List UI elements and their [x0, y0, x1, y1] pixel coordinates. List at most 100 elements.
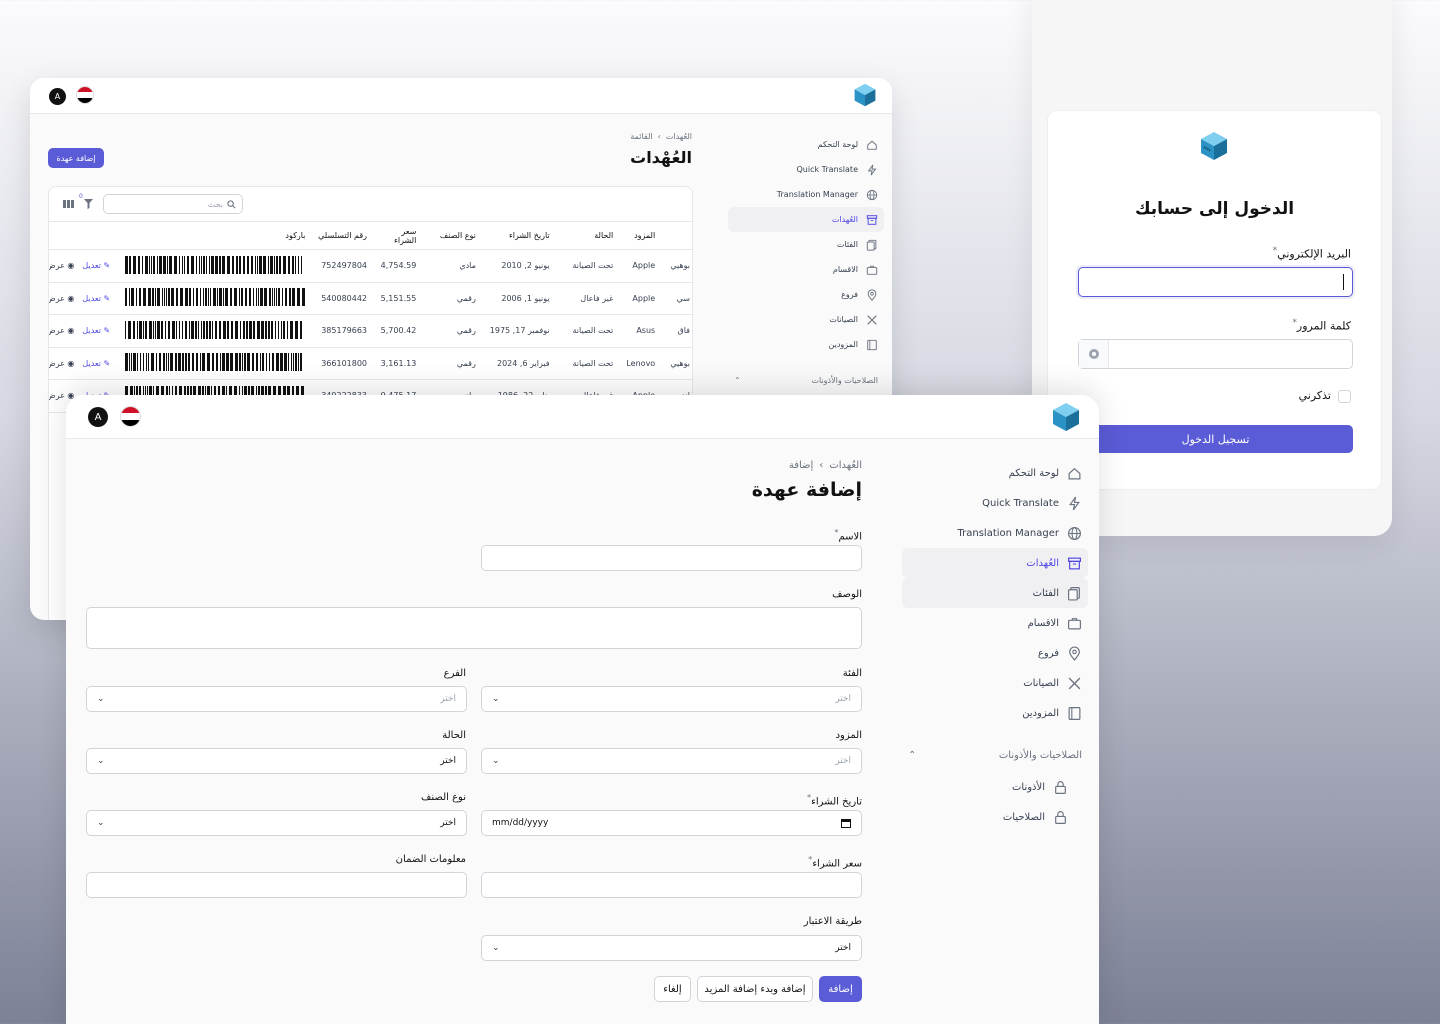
columns-icon[interactable] [63, 200, 74, 208]
add-and-continue-button[interactable]: إضافة وبدء إضافة المزيد [697, 976, 813, 1002]
purchase-date-input[interactable]: mm/dd/yyyy [481, 810, 862, 836]
view-link[interactable]: ◉ عرض [49, 261, 75, 271]
breadcrumb-root[interactable]: العُهدات [666, 132, 692, 141]
cell-serial: 385179663 [321, 326, 368, 336]
vendor-select[interactable]: اختر ⌄ [481, 748, 862, 774]
sidebar-item-1[interactable]: الأذونات [902, 772, 1088, 802]
table-row[interactable]: بوهيي Apple تحت الصيانة يونيو 2, 2010 مادي 4,… [49, 250, 692, 282]
sidebar-item-2[interactable]: الصلاحيات [902, 802, 1088, 832]
sidebar-item-7[interactable]: فروع [728, 282, 884, 307]
edit-link[interactable]: ✎ تعديل [82, 326, 110, 335]
item-type-select[interactable]: اختر ⌄ [86, 810, 467, 836]
column-header[interactable]: المزود [619, 222, 661, 250]
avatar[interactable]: A [49, 88, 66, 105]
login-submit-button[interactable]: تسجيل الدخول [1078, 425, 1353, 453]
sidebar-item-9[interactable]: المزودين [728, 332, 884, 357]
sidebar-item-7[interactable]: فروع [902, 638, 1088, 668]
cancel-button[interactable]: إلغاء [654, 976, 691, 1002]
add-asset-button[interactable]: إضافة عهدة [48, 148, 104, 168]
map-pin-icon [867, 288, 877, 301]
table-row[interactable]: بوهيي Lenovo تحت الصيانة فبراير 6, 2024 رقمي… [49, 347, 692, 380]
row-actions: ✎ تعديل ◉ عرض [49, 282, 114, 315]
sidebar-item-2[interactable]: Quick Translate [902, 488, 1088, 518]
pencil-icon: ✎ [103, 261, 111, 271]
description-textarea[interactable] [86, 607, 862, 649]
edit-link[interactable]: ✎ تعديل [82, 359, 110, 368]
column-header[interactable]: باركود [114, 222, 311, 250]
table-row[interactable]: فاق Asus تحت الصيانة نوفمبر 17, 1975 رقمي 5,7… [49, 315, 692, 347]
barcode-image [125, 320, 303, 339]
sidebar-item-label: فروع [1037, 647, 1059, 659]
eye-icon: ◉ [67, 326, 75, 336]
cell-status: تحت الصيانة [572, 358, 614, 368]
remember-checkbox[interactable] [1338, 390, 1351, 403]
chevron-down-icon: ⌄ [97, 818, 105, 828]
column-header[interactable]: تاريخ الشراء [482, 222, 556, 250]
chevron-up-icon: ⌃ [734, 376, 741, 385]
filter-icon[interactable] [84, 199, 93, 209]
archive-icon [866, 214, 878, 225]
status-select[interactable]: اختر ⌄ [86, 748, 467, 774]
cell-vendor: Asus [636, 326, 656, 336]
calendar-icon[interactable] [841, 818, 851, 828]
column-header[interactable]: سعر الشراء [373, 222, 422, 250]
sidebar-item-2[interactable]: Quick Translate [728, 157, 884, 182]
column-header[interactable]: نوع الصنف [422, 222, 482, 250]
view-link[interactable]: ◉ عرض [49, 326, 75, 336]
edit-link[interactable]: ✎ تعديل [82, 294, 110, 303]
pencil-icon: ✎ [103, 326, 111, 336]
cell-status: تحت الصيانة [572, 261, 614, 271]
sidebar-item-4[interactable]: العُهدات [902, 548, 1088, 578]
sidebar-group-permissions[interactable]: الصلاحيات والأذونات ⌃ [902, 750, 1088, 761]
depreciation-select[interactable]: اختر ⌄ [481, 935, 862, 961]
sidebar-item-4[interactable]: العُهدات [728, 207, 884, 232]
warranty-input[interactable] [86, 872, 467, 898]
pencil-icon: ✎ [103, 293, 111, 303]
item-type-label: نوع الصنف [421, 792, 466, 803]
sidebar-item-6[interactable]: الاقسام [728, 257, 884, 282]
eye-icon: ◉ [67, 261, 75, 271]
view-link[interactable]: ◉ عرض [49, 359, 74, 368]
sidebar-group-permissions[interactable]: الصلاحيات والأذونات ⌃ [728, 376, 884, 385]
name-input[interactable] [481, 545, 862, 571]
book-icon [1068, 706, 1081, 720]
purchase-price-input[interactable] [481, 872, 862, 898]
password-label: كلمة المرور* [1292, 317, 1351, 333]
avatar[interactable]: A [88, 407, 108, 427]
copy-icon [1068, 586, 1080, 601]
cell-price: 5,700.42 [380, 326, 417, 336]
sidebar-item-1[interactable]: لوحة التحكم [728, 132, 884, 157]
tools-icon [1068, 677, 1081, 689]
sidebar-item-3[interactable]: Translation Manager [728, 182, 884, 207]
breadcrumb-root[interactable]: العُهدات [829, 460, 862, 471]
branch-label: الفرع [443, 668, 466, 679]
name-label: الاسم* [834, 527, 862, 543]
sidebar-item-9[interactable]: المزودين [902, 698, 1088, 728]
email-field[interactable] [1078, 267, 1353, 297]
chevron-up-icon: ⌃ [908, 750, 917, 761]
sidebar-item-3[interactable]: Translation Manager [902, 518, 1088, 548]
branch-select[interactable]: اختر ⌄ [86, 686, 467, 712]
table-row[interactable]: سي Apple غير فاعال يونيو 1, 2006 رقمي 5,151.5… [49, 282, 692, 315]
category-select[interactable]: اختر ⌄ [481, 686, 862, 712]
language-flag-icon[interactable] [76, 86, 94, 104]
language-flag-icon[interactable] [120, 406, 141, 427]
top-bar: A [30, 78, 892, 114]
search-input[interactable]: بحث [103, 194, 243, 214]
password-field[interactable] [1078, 339, 1353, 369]
sidebar-item-5[interactable]: الفئات [902, 578, 1088, 608]
view-link[interactable]: ◉ عرض [49, 294, 74, 303]
sidebar-item-1[interactable]: لوحة التحكم [902, 458, 1088, 488]
add-button[interactable]: إضافة [819, 976, 862, 1002]
edit-link[interactable]: ✎ تعديل [82, 261, 110, 270]
show-password-button[interactable] [1079, 340, 1109, 368]
sidebar-item-8[interactable]: الصيانات [728, 307, 884, 332]
sidebar-item-label: فروع [841, 290, 858, 299]
sidebar-item-8[interactable]: الصيانات [902, 668, 1088, 698]
sidebar-item-5[interactable]: الفئات [728, 232, 884, 257]
column-header[interactable]: رقم التسلسلي [311, 222, 373, 250]
sidebar-item-6[interactable]: الاقسام [902, 608, 1088, 638]
globe-icon [866, 189, 878, 200]
sidebar-item-label: Translation Manager [776, 190, 858, 199]
column-header[interactable]: الحالة [556, 222, 620, 250]
